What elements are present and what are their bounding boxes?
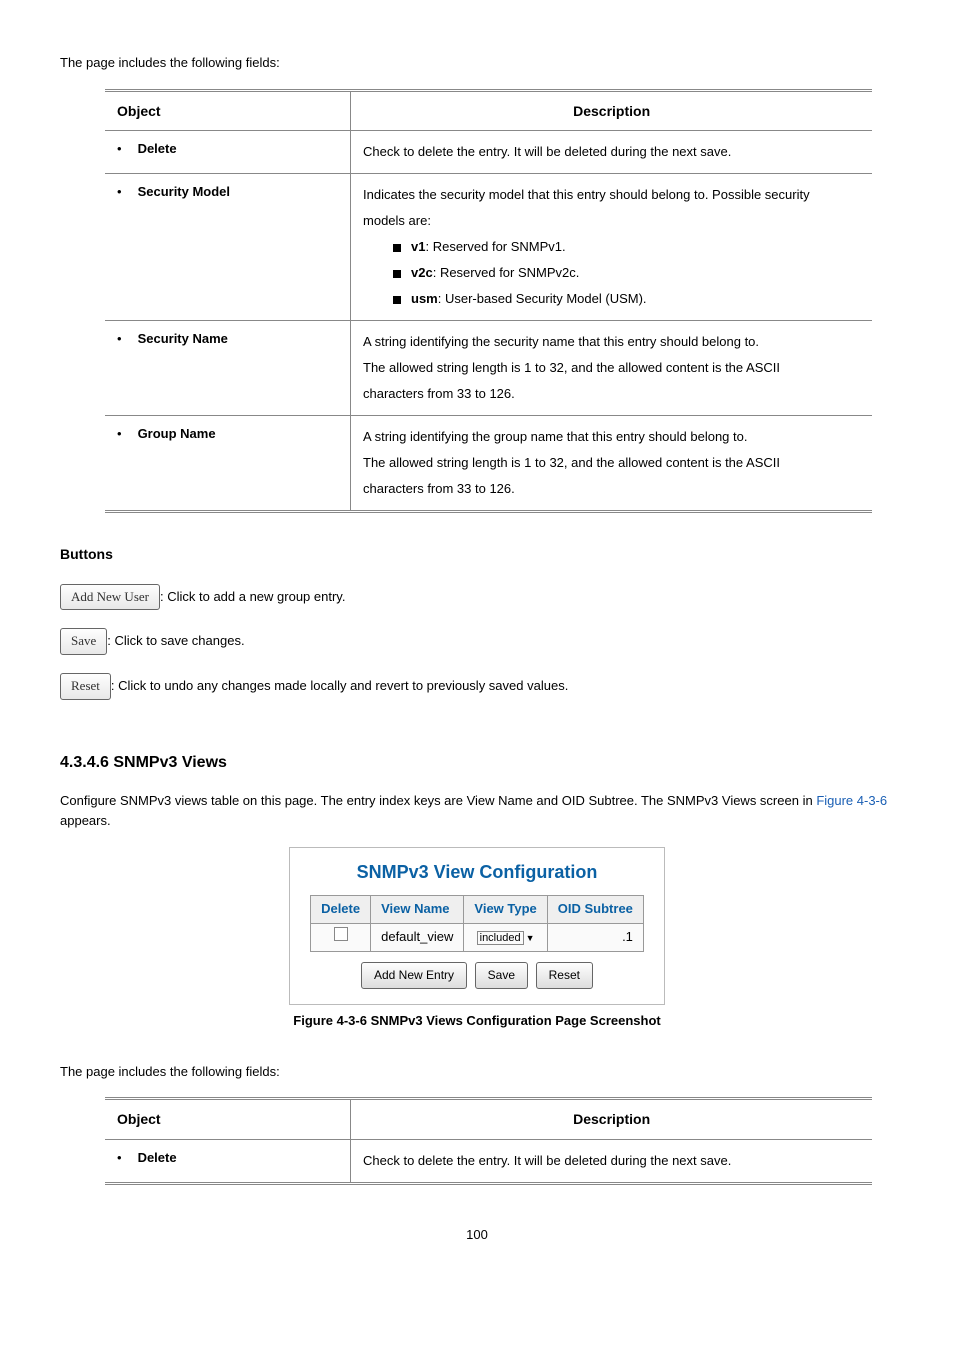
figure-row: default_view included .1 (311, 923, 644, 951)
fields-table-1: Object Description Delete Check to delete… (105, 89, 872, 513)
figure-caption: Figure 4-3-6 SNMPv3 Views Configuration … (60, 1011, 894, 1032)
fig-delete-cell[interactable] (311, 923, 371, 951)
table-row: Security Model Indicates the security mod… (105, 174, 872, 321)
figure-link[interactable]: Figure 4-3-6 (816, 793, 887, 808)
square-bullet-icon (393, 244, 401, 252)
table-row: Delete Check to delete the entry. It will… (105, 131, 872, 174)
object-cell: Security Model (105, 174, 351, 321)
description-cell: Check to delete the entry. It will be de… (351, 1139, 873, 1183)
desc-line: Check to delete the entry. It will be de… (363, 139, 860, 165)
views-text-pre: Configure SNMPv3 views table on this pag… (60, 793, 816, 808)
button-row: Reset: Click to undo any changes made lo… (60, 673, 894, 700)
description-cell: Indicates the security model that this e… (351, 174, 873, 321)
button-description: : Click to save changes. (107, 633, 244, 648)
object-cell: Security Name (105, 321, 351, 416)
fields-table-2: Object Description Delete Check to delete… (105, 1097, 872, 1184)
square-bullet-icon (393, 270, 401, 278)
figure-reset-button[interactable]: Reset (536, 962, 593, 989)
desc-line: Check to delete the entry. It will be de… (363, 1148, 860, 1174)
desc-line: models are: (363, 208, 860, 234)
button-description: : Click to undo any changes made locally… (111, 678, 568, 693)
page-number: 100 (60, 1225, 894, 1246)
desc-line: characters from 33 to 126. (363, 381, 860, 407)
fig-th-viewname: View Name (371, 895, 464, 923)
description-cell: Check to delete the entry. It will be de… (351, 131, 873, 174)
desc-sub-line: v2c: Reserved for SNMPv2c. (393, 260, 860, 286)
object-cell: Delete (105, 131, 351, 174)
th-description-2: Description (351, 1099, 873, 1139)
th-object: Object (105, 90, 351, 130)
desc-line: A string identifying the group name that… (363, 424, 860, 450)
figure-add-entry-button[interactable]: Add New Entry (361, 962, 467, 989)
checkbox-icon[interactable] (334, 927, 348, 941)
figure-title: SNMPv3 View Configuration (310, 858, 644, 887)
desc-line: The allowed string length is 1 to 32, an… (363, 450, 860, 476)
description-cell: A string identifying the group name that… (351, 416, 873, 512)
desc-sub-line: usm: User-based Security Model (USM). (393, 286, 860, 312)
table-row: Group Name A string identifying the group… (105, 416, 872, 512)
button-image[interactable]: Add New User (60, 584, 160, 611)
desc-line: Indicates the security model that this e… (363, 182, 860, 208)
intro-text-2: The page includes the following fields: (60, 1062, 894, 1083)
description-cell: A string identifying the security name t… (351, 321, 873, 416)
buttons-heading: Buttons (60, 543, 894, 565)
fig-th-oidsubtree: OID Subtree (547, 895, 643, 923)
fig-viewname-cell: default_view (371, 923, 464, 951)
object-cell: Group Name (105, 416, 351, 512)
fig-th-viewtype: View Type (464, 895, 547, 923)
table-row: Security Name A string identifying the se… (105, 321, 872, 416)
views-paragraph: Configure SNMPv3 views table on this pag… (60, 791, 894, 833)
button-image[interactable]: Save (60, 628, 107, 655)
button-image[interactable]: Reset (60, 673, 111, 700)
section-heading-views: 4.3.4.6 SNMPv3 Views (60, 750, 894, 776)
fig-th-delete: Delete (311, 895, 371, 923)
object-cell: Delete (105, 1139, 351, 1183)
figure-table: Delete View Name View Type OID Subtree d… (310, 895, 644, 952)
fig-viewtype-cell[interactable]: included (464, 923, 547, 951)
views-text-post: appears. (60, 813, 111, 828)
table-row: Delete Check to delete the entry. It will… (105, 1139, 872, 1183)
th-object-2: Object (105, 1099, 351, 1139)
th-description: Description (351, 90, 873, 130)
figure-save-button[interactable]: Save (475, 962, 528, 989)
button-row: Add New User: Click to add a new group e… (60, 584, 894, 611)
intro-text-1: The page includes the following fields: (60, 53, 894, 74)
desc-line: characters from 33 to 126. (363, 476, 860, 502)
figure-container: SNMPv3 View Configuration Delete View Na… (60, 847, 894, 1031)
button-row: Save: Click to save changes. (60, 628, 894, 655)
desc-sub-line: v1: Reserved for SNMPv1. (393, 234, 860, 260)
button-description: : Click to add a new group entry. (160, 588, 345, 603)
fig-oid-cell: .1 (547, 923, 643, 951)
figure-select-value[interactable]: included (477, 931, 524, 945)
desc-line: A string identifying the security name t… (363, 329, 860, 355)
square-bullet-icon (393, 296, 401, 304)
desc-line: The allowed string length is 1 to 32, an… (363, 355, 860, 381)
